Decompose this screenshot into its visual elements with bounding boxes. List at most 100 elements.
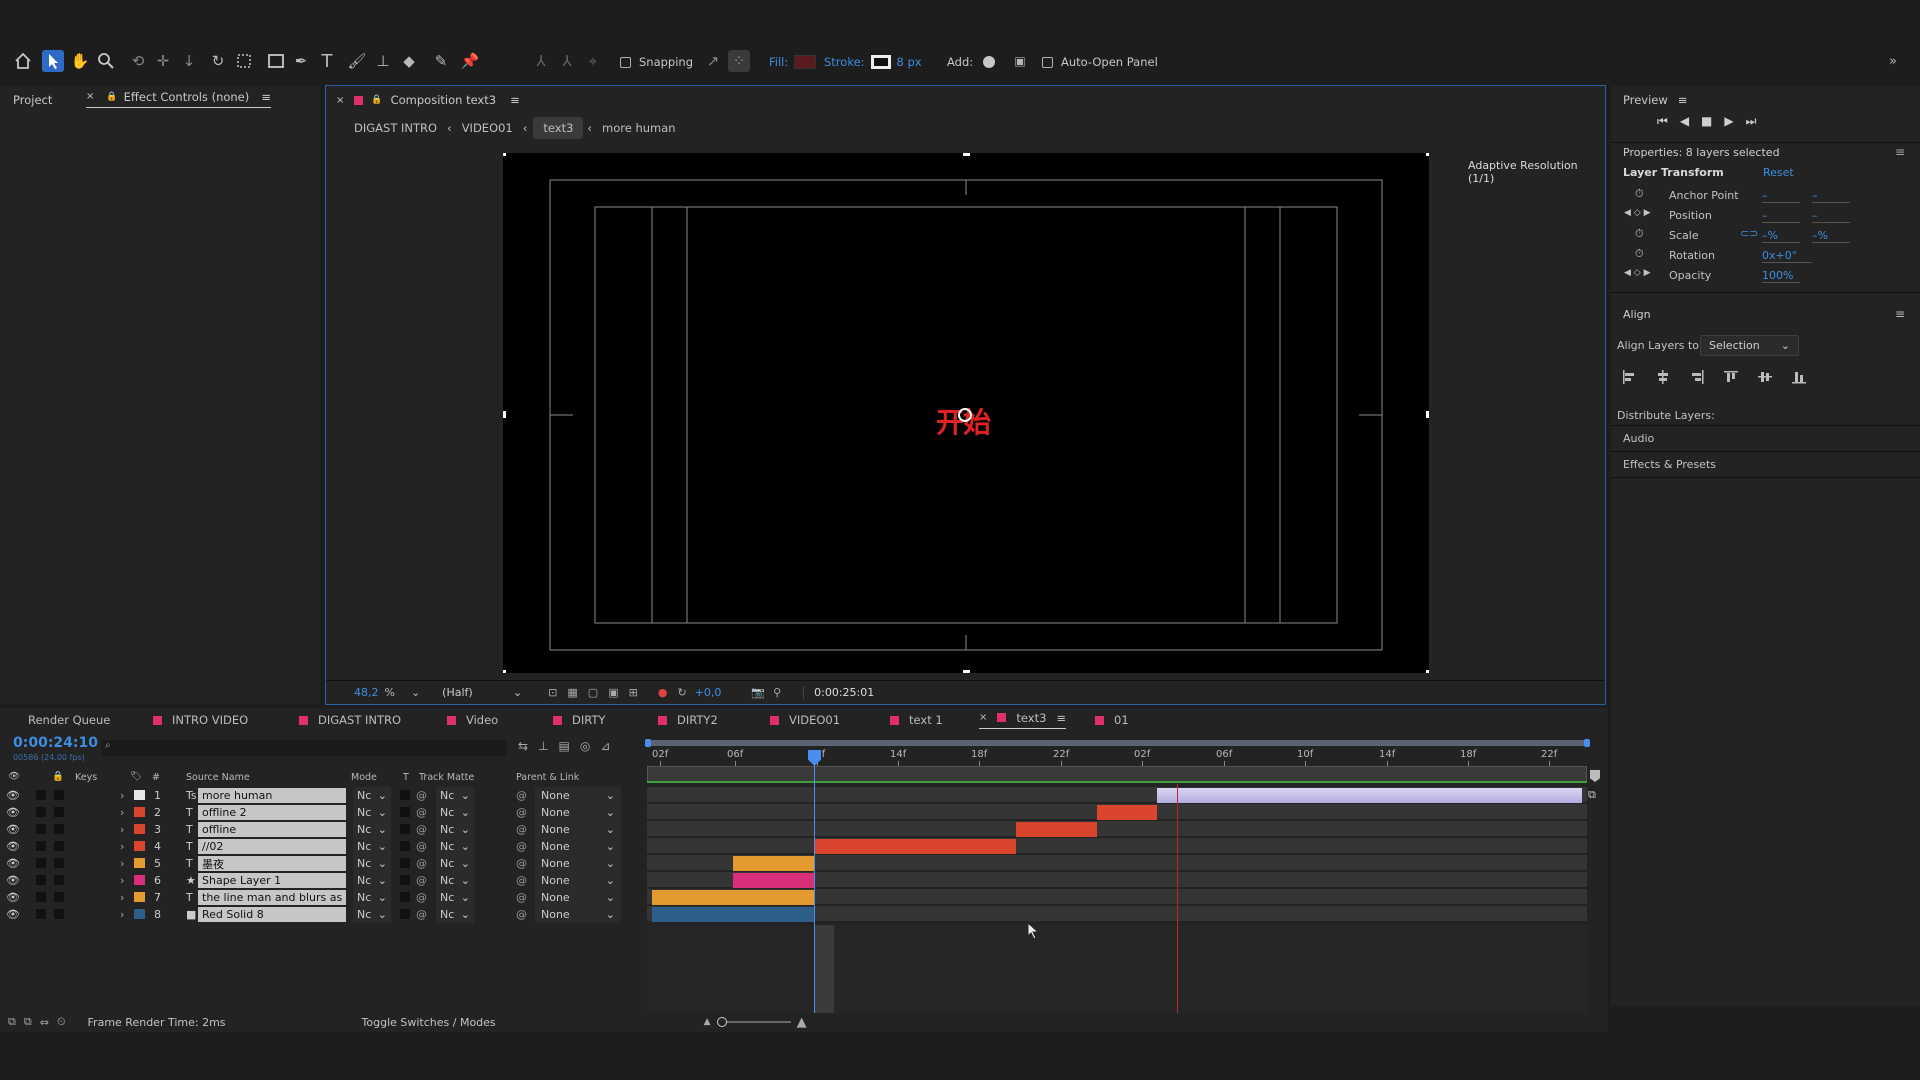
blend-mode-dropdown[interactable]: Nc ⌄	[353, 872, 391, 889]
keyframe-nav-icon[interactable]: ◀ ◇ ▶	[1624, 268, 1651, 278]
parent-dropdown[interactable]: None ⌄	[535, 804, 621, 821]
preserve-transparency-toggle[interactable]	[400, 892, 410, 902]
track-matte-dropdown[interactable]: Nc ⌄	[436, 821, 474, 838]
stroke-width-value[interactable]: 8 px	[897, 55, 922, 69]
guides-icon[interactable]: ▣	[608, 686, 618, 699]
add-control[interactable]: Add:	[947, 55, 996, 69]
parent-dropdown[interactable]: None ⌄	[535, 906, 621, 923]
pan-behind-tool-icon[interactable]	[233, 50, 255, 72]
home-icon[interactable]	[12, 50, 34, 72]
preview-tab[interactable]: Preview ≡	[1623, 86, 1687, 114]
blend-mode-dropdown[interactable]: Nc ⌄	[353, 889, 391, 906]
stopwatch-icon[interactable]: ⏱	[1635, 247, 1644, 261]
blend-mode-dropdown[interactable]: Nc ⌄	[353, 855, 391, 872]
stop-icon[interactable]: ■	[1701, 114, 1712, 129]
panel-menu-icon[interactable]: ≡	[1056, 711, 1066, 725]
layer-row[interactable]: 👁 › 3 T offline Nc ⌄ @ Nc ⌄ @ None ⌄	[0, 821, 644, 838]
property-value[interactable]: 0x+0°	[1762, 249, 1812, 263]
parent-dropdown[interactable]: None ⌄	[535, 889, 621, 906]
layer-name-field[interactable]: the line man and blurs as	[198, 890, 346, 905]
layer-duration-bar[interactable]	[733, 856, 815, 871]
label-color-swatch[interactable]	[134, 824, 145, 834]
expand-chevron-icon[interactable]: ›	[120, 787, 124, 804]
lock-toggle[interactable]	[54, 875, 64, 885]
selection-tool-icon[interactable]	[42, 50, 64, 72]
roto-brush-tool-icon[interactable]: ✎	[430, 50, 452, 72]
exposure-value[interactable]: +0,0	[695, 686, 722, 699]
track-matte-dropdown[interactable]: Nc ⌄	[436, 906, 474, 923]
track-matte-dropdown[interactable]: Nc ⌄	[436, 804, 474, 821]
solo-toggle[interactable]	[36, 841, 46, 851]
stroke-swatch[interactable]	[870, 55, 891, 69]
solo-toggle[interactable]	[36, 858, 46, 868]
parent-dropdown[interactable]: None ⌄	[535, 787, 621, 804]
track-lane[interactable]	[647, 838, 1587, 854]
expand-chevron-icon[interactable]: ›	[120, 821, 124, 838]
work-area-start-handle[interactable]	[645, 739, 651, 747]
stopwatch-icon[interactable]: ⏱	[1635, 227, 1644, 241]
timecode-display[interactable]: 0:00:25:01	[803, 686, 874, 699]
lock-toggle[interactable]	[54, 807, 64, 817]
workspace-overflow-icon[interactable]: »	[1882, 50, 1904, 72]
close-icon[interactable]: ×	[336, 95, 344, 106]
work-area-end-handle[interactable]	[1584, 739, 1590, 747]
brush-tool-icon[interactable]: 🖌	[346, 50, 368, 72]
tab-video[interactable]: Video	[447, 707, 498, 733]
layer-row[interactable]: 👁 › 5 T 墨夜 Nc ⌄ @ Nc ⌄ @ None ⌄	[0, 855, 644, 872]
show-snapshot-icon[interactable]: ⚲	[773, 686, 781, 699]
type-tool-icon[interactable]: T	[316, 50, 338, 72]
panel-menu-icon[interactable]: ≡	[1895, 145, 1905, 159]
parent-dropdown[interactable]: None ⌄	[535, 855, 621, 872]
matte-pickwhip-icon[interactable]: @	[416, 787, 427, 804]
grid-options-icon[interactable]: ⊞	[629, 686, 638, 699]
track-matte-dropdown[interactable]: Nc ⌄	[436, 889, 474, 906]
stroke-control[interactable]: Stroke: 8 px	[824, 55, 922, 69]
parent-pickwhip-icon[interactable]: @	[516, 838, 527, 855]
track-matte-dropdown[interactable]: Nc ⌄	[436, 872, 474, 889]
matte-pickwhip-icon[interactable]: @	[416, 872, 427, 889]
solo-toggle[interactable]	[36, 824, 46, 834]
layer-row[interactable]: 👁 › 1 Ts more human Nc ⌄ @ Nc ⌄ @ None ⌄	[0, 787, 644, 804]
track-empty-area[interactable]	[647, 925, 1587, 1013]
parent-pickwhip-icon[interactable]: @	[516, 821, 527, 838]
dolly-camera-icon[interactable]: ↓	[178, 50, 200, 72]
visibility-eye-icon[interactable]: 👁	[6, 821, 20, 838]
layer-switches-icon[interactable]: ⧉	[8, 1015, 16, 1029]
panel-menu-icon[interactable]: ≡	[261, 90, 271, 104]
blend-mode-dropdown[interactable]: Nc ⌄	[353, 787, 391, 804]
lock-icon[interactable]: 🔒	[371, 95, 382, 105]
layer-name-field[interactable]: Shape Layer 1	[198, 873, 346, 888]
layer-duration-bar[interactable]	[1097, 805, 1157, 820]
expand-chevron-icon[interactable]: ›	[120, 906, 124, 923]
source-name-header[interactable]: Source Name	[186, 772, 250, 783]
parent-pickwhip-icon[interactable]: @	[516, 787, 527, 804]
layer-row[interactable]: 👁 › 6 ★ Shape Layer 1 Nc ⌄ @ Nc ⌄ @ None ⌄	[0, 872, 644, 889]
zoom-in-icon[interactable]: ▲	[797, 1015, 807, 1030]
layer-row[interactable]: 👁 › 4 T //02 Nc ⌄ @ Nc ⌄ @ None ⌄	[0, 838, 644, 855]
solo-toggle[interactable]	[36, 807, 46, 817]
parent-dropdown[interactable]: None ⌄	[535, 838, 621, 855]
preserve-transparency-toggle[interactable]	[400, 909, 410, 919]
zoom-out-icon[interactable]: ▲	[704, 1017, 711, 1027]
composition-canvas[interactable]: 开始	[503, 153, 1429, 673]
blend-mode-dropdown[interactable]: Nc ⌄	[353, 821, 391, 838]
snapshot-icon[interactable]: 📷	[751, 686, 765, 699]
property-value[interactable]: –%	[1812, 229, 1850, 243]
visibility-eye-icon[interactable]: 👁	[6, 889, 20, 906]
auto-open-toggle[interactable]: Auto-Open Panel	[1042, 55, 1158, 69]
visibility-eye-icon[interactable]: 👁	[6, 855, 20, 872]
property-value[interactable]: –	[1812, 189, 1850, 203]
lock-toggle[interactable]	[54, 790, 64, 800]
axis-view-icon[interactable]: ⌖	[582, 50, 604, 72]
label-color-swatch[interactable]	[134, 858, 145, 868]
tab-intro-video[interactable]: INTRO VIDEO	[153, 707, 248, 733]
expand-chevron-icon[interactable]: ›	[120, 889, 124, 906]
matte-pickwhip-icon[interactable]: @	[416, 889, 427, 906]
reset-exposure-icon[interactable]: ↻	[677, 686, 686, 699]
rotate-tool-icon[interactable]: ↻	[207, 50, 229, 72]
layer-row[interactable]: 👁 › 7 T the line man and blurs as Nc ⌄ @ …	[0, 889, 644, 906]
reset-button[interactable]: Reset	[1763, 166, 1794, 179]
auto-open-checkbox[interactable]	[1042, 56, 1053, 68]
solo-toggle[interactable]	[36, 909, 46, 919]
anchor-crosshair-icon[interactable]	[958, 408, 972, 422]
